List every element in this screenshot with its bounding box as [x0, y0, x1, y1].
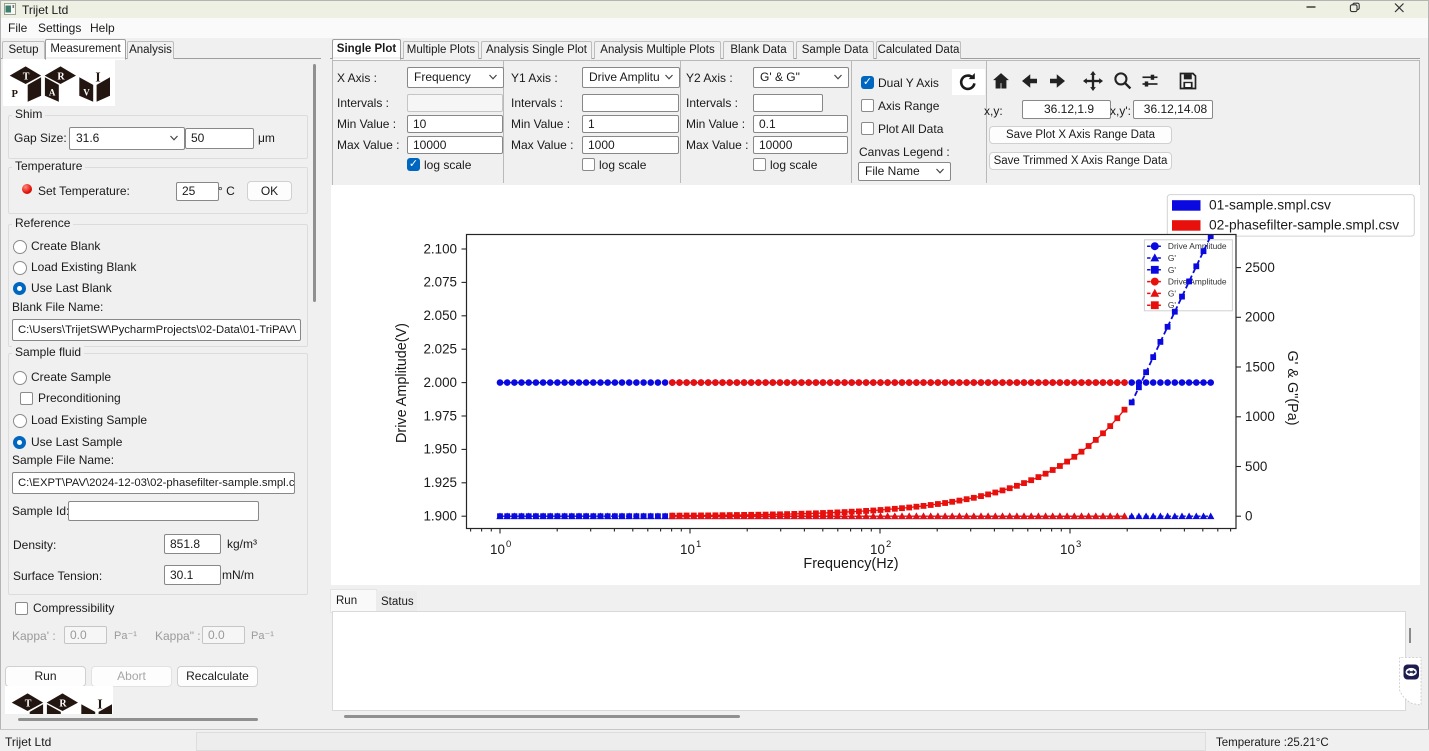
svg-text:2.050: 2.050	[423, 308, 457, 323]
svg-text:0: 0	[506, 539, 511, 550]
svg-text:2.075: 2.075	[423, 275, 457, 290]
svg-text:1: 1	[696, 539, 701, 550]
svg-text:Frequency(Hz): Frequency(Hz)	[803, 556, 898, 572]
svg-text:2.025: 2.025	[423, 342, 457, 357]
svg-text:R: R	[57, 72, 65, 83]
svg-text:10: 10	[680, 542, 695, 557]
svg-text:2.000: 2.000	[423, 375, 457, 390]
svg-text:10: 10	[870, 542, 885, 557]
svg-text:G': G'	[1168, 253, 1177, 263]
svg-text:1.950: 1.950	[423, 442, 457, 457]
svg-text:2: 2	[886, 539, 891, 550]
svg-text:A: A	[49, 88, 56, 98]
svg-text:500: 500	[1245, 459, 1267, 474]
svg-text:Drive Amplitude: Drive Amplitude	[1168, 241, 1227, 251]
svg-text:G' & G"(Pa): G' & G"(Pa)	[1284, 350, 1300, 425]
svg-text:G': G'	[1168, 288, 1177, 298]
svg-text:G': G'	[1168, 300, 1177, 310]
svg-text:2500: 2500	[1245, 260, 1275, 275]
svg-text:Drive Amplitude(V): Drive Amplitude(V)	[394, 323, 410, 443]
svg-text:02-phasefilter-sample.smpl.csv: 02-phasefilter-sample.smpl.csv	[1209, 218, 1399, 233]
svg-text:0: 0	[1245, 509, 1252, 524]
svg-text:T: T	[23, 72, 30, 83]
svg-text:10: 10	[1060, 542, 1075, 557]
svg-text:I: I	[97, 697, 102, 712]
svg-text:G': G'	[1168, 265, 1177, 275]
svg-text:2000: 2000	[1245, 310, 1275, 325]
svg-text:1500: 1500	[1245, 359, 1275, 374]
svg-text:1.925: 1.925	[423, 475, 457, 490]
svg-text:3: 3	[1076, 539, 1081, 550]
svg-text:10: 10	[490, 542, 505, 557]
svg-text:2.100: 2.100	[423, 241, 457, 256]
svg-text:1.900: 1.900	[423, 509, 457, 524]
svg-text:01-sample.smpl.csv: 01-sample.smpl.csv	[1209, 198, 1331, 213]
svg-text:R: R	[59, 699, 67, 710]
svg-text:I: I	[95, 70, 100, 85]
svg-text:V: V	[83, 88, 90, 98]
svg-text:T: T	[25, 699, 32, 710]
svg-text:1000: 1000	[1245, 409, 1275, 424]
svg-text:1.975: 1.975	[423, 408, 457, 423]
svg-text:P: P	[12, 89, 19, 100]
svg-text:Drive Amplitude: Drive Amplitude	[1168, 277, 1227, 287]
